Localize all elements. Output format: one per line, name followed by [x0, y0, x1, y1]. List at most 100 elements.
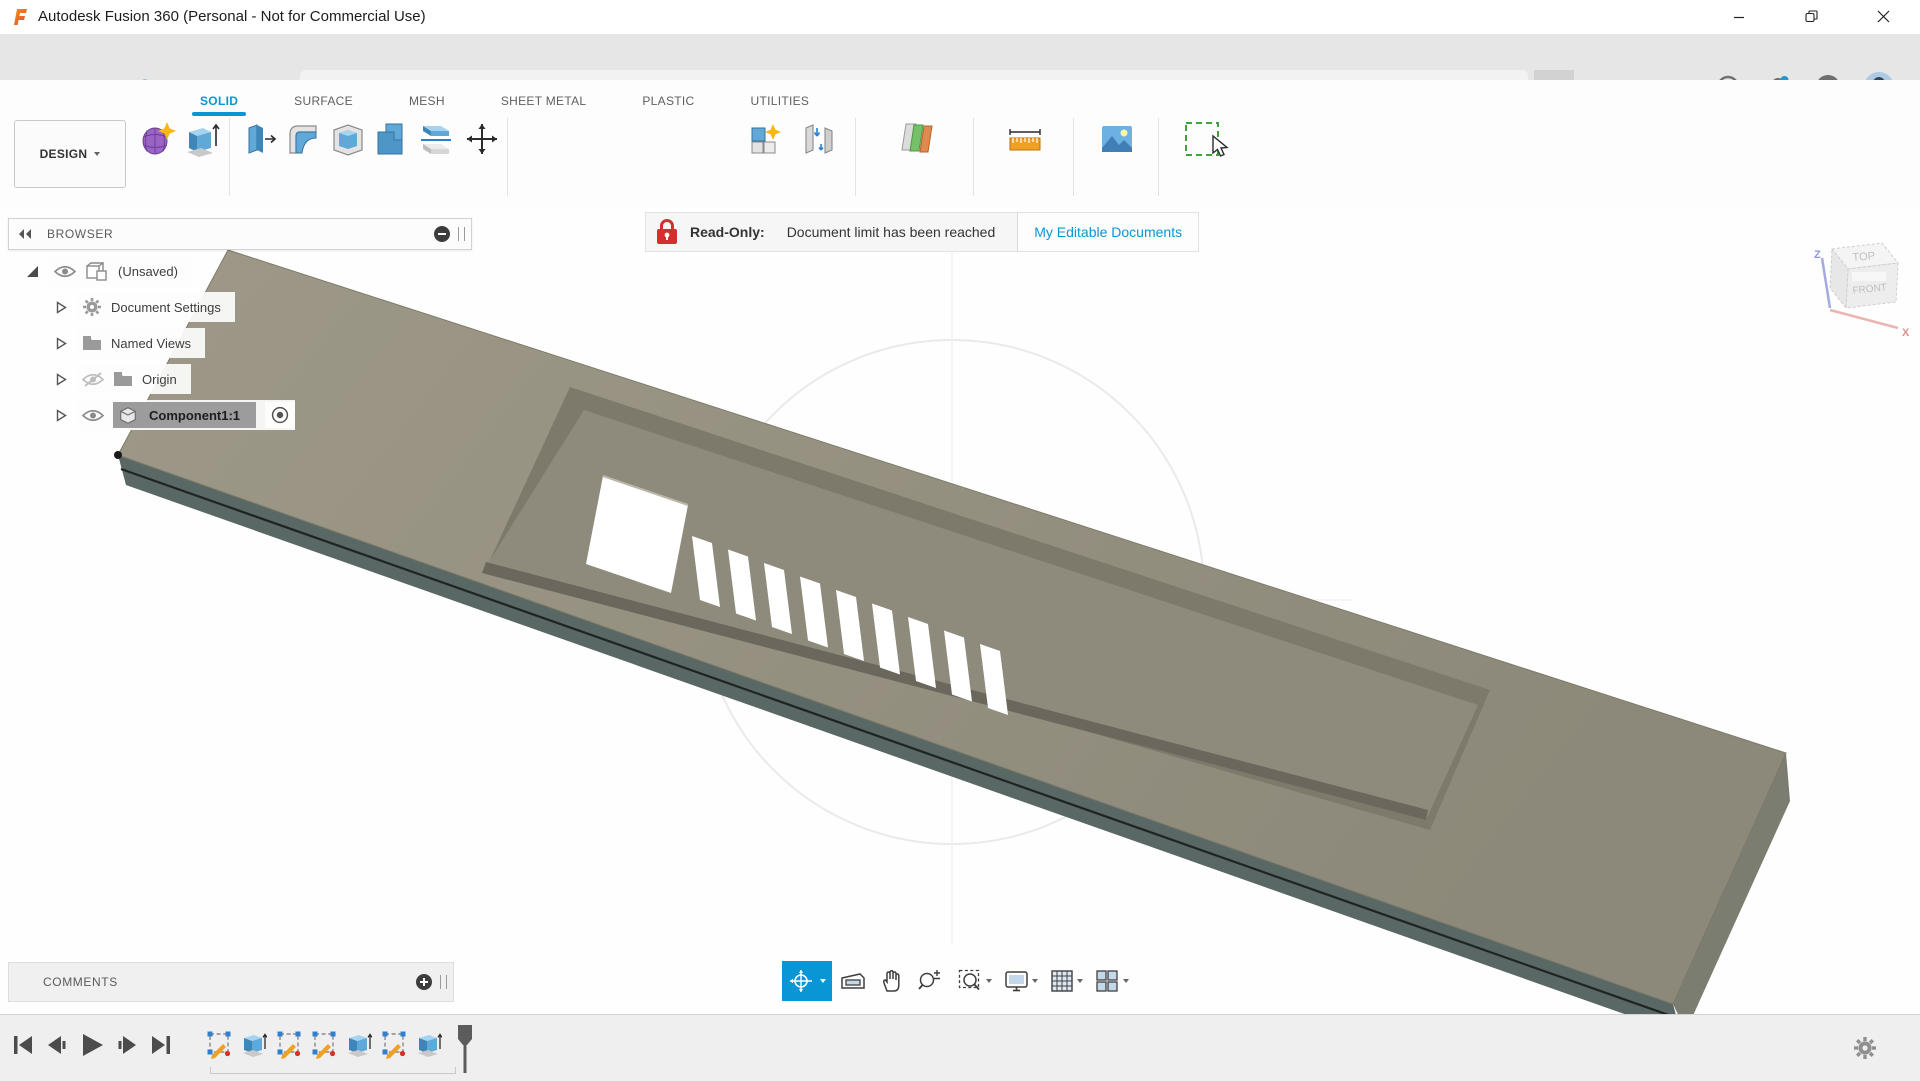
close-button[interactable]: [1860, 0, 1906, 33]
timeline-sketch-feature[interactable]: [206, 1029, 232, 1059]
design-document-icon: [85, 260, 109, 282]
browser-item-label[interactable]: Named Views: [111, 336, 191, 351]
browser-resize-grip[interactable]: [458, 227, 465, 241]
workspace-caret-icon: [94, 152, 100, 156]
x-axis-line: [1830, 310, 1898, 328]
read-only-message: Document limit has been reached: [787, 224, 996, 240]
timeline-sketch-feature[interactable]: [311, 1029, 337, 1059]
timeline-sketch-feature[interactable]: [381, 1029, 407, 1059]
comments-resize-grip[interactable]: [440, 975, 447, 989]
insert-image-button[interactable]: [1098, 120, 1136, 158]
browser-item-label[interactable]: Component1:1: [149, 408, 240, 423]
comments-panel-header[interactable]: COMMENTS: [8, 962, 454, 1002]
browser-row-root[interactable]: (Unsaved): [26, 256, 192, 286]
group-separator: [973, 118, 974, 196]
new-component-button[interactable]: [748, 120, 786, 158]
group-separator: [855, 118, 856, 196]
zoom-button[interactable]: [912, 961, 946, 1001]
viewport-canvas[interactable]: BROWSER (Unsaved): [0, 208, 1920, 1014]
title-bar: Autodesk Fusion 360 (Personal - Not for …: [0, 0, 1920, 35]
split-body-button[interactable]: [417, 120, 455, 158]
browser-item-label[interactable]: Document Settings: [111, 300, 221, 315]
measure-button[interactable]: [1006, 120, 1044, 158]
timeline-sketch-feature[interactable]: [276, 1029, 302, 1059]
group-separator: [1073, 118, 1074, 196]
tab-mesh[interactable]: MESH: [399, 90, 455, 112]
browser-row-origin[interactable]: Origin: [56, 364, 191, 394]
visibility-eye-icon[interactable]: [82, 408, 104, 423]
collapsed-triangle-icon[interactable]: [56, 301, 67, 314]
fusion360-window: Autodesk Fusion 360 (Personal - Not for …: [0, 0, 1920, 1080]
tab-plastic[interactable]: PLASTIC: [632, 90, 704, 112]
browser-collapse-all-icon[interactable]: [434, 226, 450, 242]
view-cube[interactable]: TOP FRONT Z X: [1786, 236, 1916, 356]
visibility-eye-icon[interactable]: [54, 264, 76, 279]
construct-plane-button[interactable]: [898, 120, 936, 158]
viewcube-top-label[interactable]: TOP: [1852, 250, 1875, 264]
tab-surface[interactable]: SURFACE: [284, 90, 363, 112]
minimize-button[interactable]: [1716, 0, 1762, 33]
browser-row-named-views[interactable]: Named Views: [56, 328, 205, 358]
z-axis-line: [1822, 258, 1830, 308]
browser-row-component1[interactable]: Component1:1: [56, 400, 295, 430]
restore-button[interactable]: [1788, 0, 1834, 33]
look-at-icon: [840, 970, 866, 992]
add-comment-icon[interactable]: [416, 974, 432, 990]
zoom-window-icon: [958, 969, 984, 993]
play-button[interactable]: [78, 1031, 106, 1059]
step-forward-button[interactable]: [116, 1033, 140, 1057]
timeline-extrude-feature[interactable]: [346, 1029, 372, 1059]
minimize-icon: [1733, 11, 1745, 23]
viewports-button[interactable]: [1095, 969, 1129, 993]
display-settings-icon: [1004, 969, 1030, 993]
extrude-button[interactable]: [183, 120, 221, 158]
pan-button[interactable]: [874, 961, 908, 1001]
move-copy-button[interactable]: [463, 120, 501, 158]
combine-button[interactable]: [372, 120, 410, 158]
select-button[interactable]: [1183, 120, 1235, 158]
go-to-start-button[interactable]: [12, 1033, 34, 1057]
zoom-window-button[interactable]: [958, 969, 992, 993]
fillet-button[interactable]: [284, 120, 322, 158]
step-back-button[interactable]: [44, 1033, 68, 1057]
go-to-end-button[interactable]: [150, 1033, 172, 1057]
timeline-track: [206, 1029, 442, 1059]
browser-item-label[interactable]: (Unsaved): [118, 264, 178, 279]
look-at-button[interactable]: [836, 961, 870, 1001]
group-separator: [1158, 118, 1159, 196]
visibility-off-eye-icon[interactable]: [82, 371, 104, 388]
workspace-selector-button[interactable]: DESIGN: [14, 120, 126, 188]
z-axis-label: Z: [1814, 249, 1821, 261]
press-pull-button[interactable]: [241, 120, 279, 158]
tab-sheet-metal[interactable]: SHEET METAL: [491, 90, 597, 112]
close-icon: [1877, 10, 1890, 23]
shell-button[interactable]: [329, 120, 367, 158]
viewports-caret-icon: [1123, 979, 1129, 983]
timeline-bar: [0, 1014, 1920, 1081]
expanded-triangle-icon[interactable]: [26, 265, 39, 278]
navigation-toolbar: [782, 958, 1129, 1004]
group-separator: [507, 118, 508, 196]
collapsed-triangle-icon[interactable]: [56, 373, 67, 386]
browser-row-document-settings[interactable]: Document Settings: [56, 292, 235, 322]
orbit-button[interactable]: [782, 961, 832, 1001]
timeline-playhead[interactable]: [456, 1025, 474, 1073]
timeline-settings-gear-icon[interactable]: [1852, 1035, 1878, 1061]
zoom-magnifier-icon: [917, 969, 941, 993]
selected-component-highlight[interactable]: Component1:1: [113, 402, 256, 428]
tab-solid[interactable]: SOLID: [190, 90, 248, 112]
browser-item-label[interactable]: Origin: [142, 372, 177, 387]
create-form-button[interactable]: [140, 120, 178, 158]
timeline-extrude-feature[interactable]: [416, 1029, 442, 1059]
tab-utilities[interactable]: UTILITIES: [741, 90, 820, 112]
my-editable-documents-link[interactable]: My Editable Documents: [1017, 213, 1198, 251]
display-settings-button[interactable]: [1004, 969, 1038, 993]
collapsed-triangle-icon[interactable]: [56, 409, 67, 422]
collapse-panel-icon[interactable]: [17, 228, 33, 240]
activate-component-radio[interactable]: [265, 402, 295, 428]
browser-panel-header[interactable]: BROWSER: [8, 218, 472, 250]
timeline-extrude-feature[interactable]: [241, 1029, 267, 1059]
grid-and-snaps-button[interactable]: [1050, 969, 1083, 993]
collapsed-triangle-icon[interactable]: [56, 337, 67, 350]
joint-button[interactable]: [800, 120, 838, 158]
